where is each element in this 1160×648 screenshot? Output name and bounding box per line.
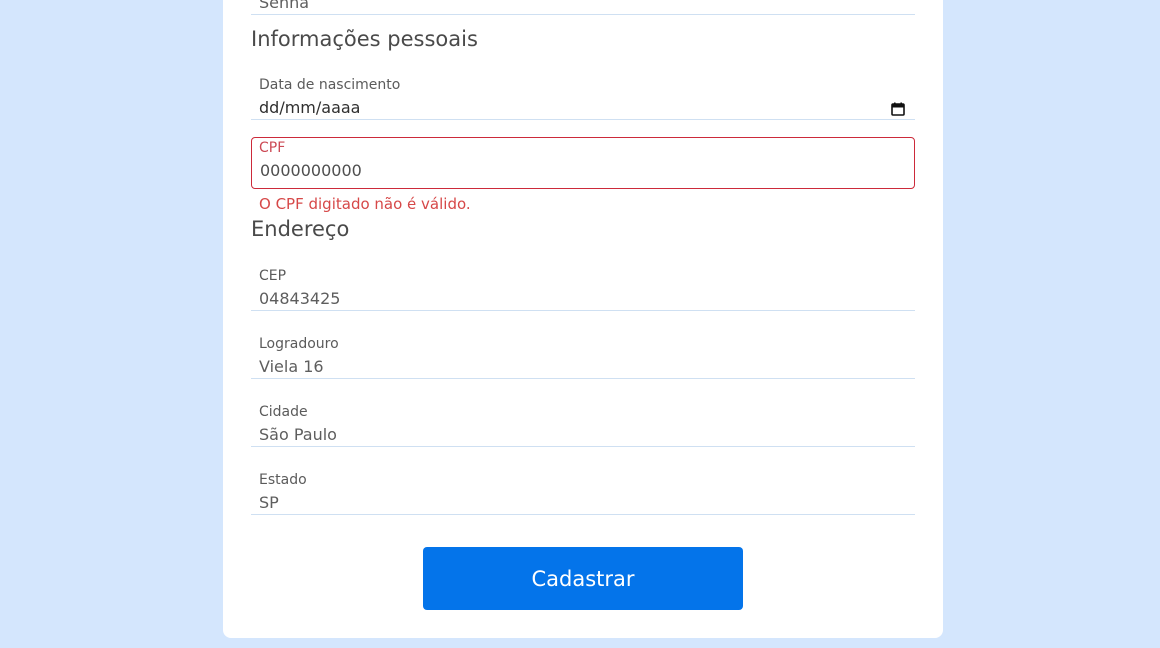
signup-form-card: Senha Informações pessoais Data de nasci… [223, 0, 943, 638]
state-field[interactable]: Estado SP [251, 463, 915, 515]
cep-field[interactable]: CEP 04843425 [251, 259, 915, 311]
personal-info-heading: Informações pessoais [251, 27, 478, 51]
city-field[interactable]: Cidade São Paulo [251, 395, 915, 447]
cpf-value: 0000000000 [260, 161, 362, 180]
street-label: Logradouro [259, 336, 339, 352]
birth-date-label: Data de nascimento [259, 77, 401, 93]
calendar-icon[interactable] [891, 102, 905, 116]
cpf-field[interactable]: CPF 0000000000 [251, 137, 915, 189]
state-label: Estado [259, 472, 307, 488]
password-value: Senha [259, 0, 310, 12]
password-field[interactable]: Senha [251, 0, 915, 15]
cep-value: 04843425 [259, 289, 341, 308]
cpf-label: CPF [259, 140, 286, 156]
state-value: SP [259, 493, 279, 512]
street-value: Viela 16 [259, 357, 324, 376]
cep-label: CEP [259, 268, 287, 284]
cpf-error-message: O CPF digitado não é válido. [259, 195, 471, 213]
street-field[interactable]: Logradouro Viela 16 [251, 327, 915, 379]
city-value: São Paulo [259, 425, 337, 444]
register-button[interactable]: Cadastrar [423, 547, 743, 610]
birth-date-field[interactable]: Data de nascimento dd/mm/aaaa [251, 68, 915, 120]
address-heading: Endereço [251, 217, 350, 241]
city-label: Cidade [259, 404, 308, 420]
birth-date-placeholder: dd/mm/aaaa [259, 98, 361, 117]
